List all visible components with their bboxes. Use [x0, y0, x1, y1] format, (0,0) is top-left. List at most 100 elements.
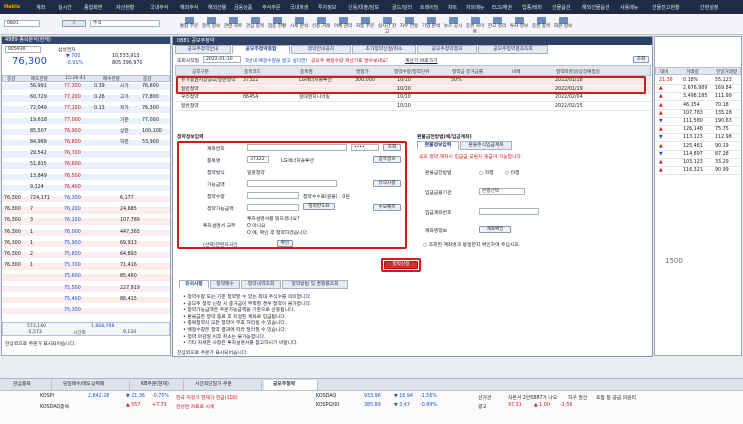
account-no-input[interactable] — [479, 208, 539, 215]
bottom-tab[interactable]: 공모주청약 — [264, 380, 318, 390]
quote-row[interactable]: ▲ 126,148 75.75 — [655, 126, 741, 135]
quote-row[interactable]: 21.36 0.18% 55,123 — [655, 77, 741, 85]
orderbook-row[interactable]: 60,729 77,200 0.26 고가 77,800 — [2, 95, 170, 102]
menu-item[interactable]: 국내파생 — [290, 4, 308, 11]
quote-row[interactable]: ▲ 3,498,185 111.99 — [655, 93, 741, 102]
caution-button[interactable]: 유의사항 — [373, 180, 401, 187]
bottom-tab[interactable]: 관심종목 — [4, 380, 52, 390]
orderbook-row[interactable]: 85,507 76,900 상한 100,100 — [2, 128, 170, 136]
orderbook-row[interactable]: 76,300 724,171 76,300 6,177 — [2, 196, 170, 203]
toolbar-button[interactable]: 시세 분석 — [288, 16, 310, 33]
menu-item[interactable]: 사용메뉴 — [620, 4, 638, 11]
demand-forecast-button[interactable]: 수요예측 — [373, 204, 401, 211]
account-input[interactable] — [247, 144, 347, 151]
orderbook-row[interactable]: 56,991 77,300 0.39 시가 76,800 — [2, 84, 170, 91]
tab[interactable]: 공모주청약종합 — [232, 45, 290, 54]
bottom-tab[interactable]: KB주문(현재) — [132, 380, 184, 390]
toolbar-button[interactable]: 자동 주문 — [354, 16, 376, 33]
orderbook-row[interactable]: 75,400 86,415 — [2, 296, 170, 304]
toolbar-button[interactable]: 업종 현황 — [266, 16, 288, 33]
bottom-tab[interactable]: 당일매수/매도상위매 — [54, 380, 130, 390]
screen-code-input[interactable]: 0801 — [4, 20, 40, 27]
confirm-button[interactable]: 확인 — [277, 240, 293, 247]
orderbook-row[interactable]: 76,300 7 76,200 24,685 — [2, 207, 170, 214]
menu-item[interactable]: 업종/테마 — [522, 4, 542, 11]
quote-row[interactable]: ▲ 103,123 33.29 — [655, 159, 741, 167]
menu-item[interactable]: 선물잔고현황 — [652, 4, 680, 11]
toolbar-button[interactable]: 종목 정보 — [200, 16, 222, 33]
orderbook-row[interactable]: 72,049 77,100 0.13 저가 76,300 — [2, 106, 170, 113]
account-query-button[interactable]: 조회 — [383, 144, 401, 151]
info-tab[interactable]: 유의사항 — [179, 280, 209, 289]
tab[interactable]: 초가청약신청/취소 — [352, 45, 416, 54]
orderbook-row[interactable]: 75,500 227,919 — [2, 285, 170, 292]
menu-item[interactable]: 해외선물 — [208, 4, 226, 11]
toolbar-button[interactable]: 기업 분석 — [420, 16, 442, 33]
info-tab[interactable]: 청약매수 — [210, 280, 240, 289]
info-tab[interactable]: 청약방법 및 경쟁률조회 — [282, 280, 348, 289]
orderbook-row[interactable]: 51,815 76,600 — [2, 162, 170, 169]
toolbar-button[interactable]: 신용 거래 — [310, 16, 332, 33]
menu-item[interactable]: 차트메뉴 — [466, 4, 484, 11]
refund-opt-other[interactable]: ○ 타행 — [505, 169, 520, 176]
orderbook-row[interactable]: 84,988 76,800 하한 53,900 — [2, 140, 170, 147]
stock-code-input[interactable]: 005930 — [5, 46, 41, 53]
limit-table-button[interactable]: 청약한도표 — [303, 203, 335, 210]
password-input[interactable]: •••• — [351, 144, 379, 151]
refund-opt-own[interactable]: ○ 자행 — [479, 169, 494, 176]
menu-item[interactable]: 자산현황 — [116, 4, 134, 11]
orderbook-row[interactable]: 76,300 1 75,900 69,913 — [2, 240, 170, 248]
menu-item[interactable]: ELS/채권 — [492, 4, 512, 11]
orderbook-row[interactable]: 9,124 76,400 — [2, 184, 170, 192]
start-date-input[interactable]: 2022-01-10 — [203, 56, 241, 63]
menu-item[interactable]: 주식주문 — [262, 4, 280, 11]
toolbar-button[interactable]: 지수 연동 — [398, 16, 420, 33]
refund-tab[interactable]: 환불정보입력 — [417, 141, 459, 150]
orderbook-row[interactable]: 75,300 — [2, 308, 170, 315]
refund-tab[interactable]: 환불주식입금계좌 — [460, 141, 512, 150]
toolbar-button[interactable]: 증권 종목 — [530, 16, 552, 33]
settings-link[interactable]: 간편설정 — [700, 4, 718, 11]
quote-row[interactable]: ▼ 114,897 87.28 — [655, 151, 741, 159]
quote-row[interactable]: ▲ 2,676,989 169.84 — [655, 85, 741, 94]
stock-input[interactable]: 주식 — [90, 20, 160, 27]
stock-info-button[interactable]: 종목정보 — [373, 156, 401, 163]
calculator-link[interactable]: 계산기 바로가기 — [405, 57, 437, 64]
toolbar-button[interactable]: 잔고 정리 — [486, 16, 508, 33]
toolbar-button[interactable]: 증권 사이트 — [464, 16, 486, 35]
toolbar-button[interactable]: 실시간 잔고 — [376, 16, 398, 35]
toolbar-button[interactable]: 회원 정보 — [552, 16, 574, 33]
bank-select[interactable]: 은행선택 — [479, 188, 525, 195]
info-tab[interactable]: 청약내역조회 — [241, 280, 281, 289]
bottom-tab[interactable]: 시간외단일가 주문 — [186, 380, 262, 390]
qty-input[interactable] — [247, 192, 299, 199]
menu-item[interactable]: 금융상품 — [234, 4, 252, 11]
toolbar-button[interactable]: 관련 차트 — [222, 16, 244, 33]
search-button[interactable]: ⌕ — [62, 20, 86, 27]
ipo-row[interactable]: 일반청약 10/10 2022/02/15 — [175, 103, 651, 111]
quote-row[interactable]: ▼ 113,123 112.98 — [655, 134, 741, 143]
menu-item[interactable]: 계좌 — [36, 4, 45, 11]
menu-item[interactable]: 선물옵션 — [552, 4, 570, 11]
toolbar-button[interactable]: 통합 주문 — [178, 16, 200, 33]
menu-item[interactable]: 신용/대출/담보 — [348, 4, 379, 11]
toolbar-button[interactable]: 투자 정보 — [508, 16, 530, 33]
orderbook-row[interactable]: 75,600 85,460 — [2, 274, 170, 281]
quote-row[interactable]: ▲ 116,321 90.99 — [655, 167, 741, 176]
menu-item[interactable]: 트레이딩 — [420, 4, 438, 11]
menu-item[interactable]: 골드/달러 — [392, 4, 412, 11]
orderbook-row[interactable]: 19,618 77,000 기준 77,000 — [2, 117, 170, 124]
orderbook-row[interactable]: 76,300 2 75,800 64,893 — [2, 252, 170, 259]
menu-item[interactable]: 투자정보 — [318, 4, 336, 11]
submit-button[interactable]: 청약신청 — [384, 261, 418, 269]
stock-code-field[interactable]: 37322 — [247, 156, 269, 163]
ipo-row[interactable]: 우리청약 86454 현대엔지니어링 10/10 2022/02/04 — [175, 94, 651, 102]
orderbook-row[interactable]: 29,542 76,700 — [2, 151, 170, 158]
quote-row[interactable]: ▲ 107,783 135.28 — [655, 110, 741, 118]
menu-item[interactable]: 해외선물옵션 — [582, 4, 610, 11]
prospectus-no[interactable]: O 아니요 — [247, 222, 266, 229]
orderbook-row[interactable]: 76,300 1 75,700 71,416 — [2, 263, 170, 270]
menu-item[interactable]: 국내주식 — [150, 4, 168, 11]
menu-item[interactable]: 실시간 — [58, 4, 72, 11]
quote-row[interactable]: ▲ 125,461 90.19 — [655, 143, 741, 151]
